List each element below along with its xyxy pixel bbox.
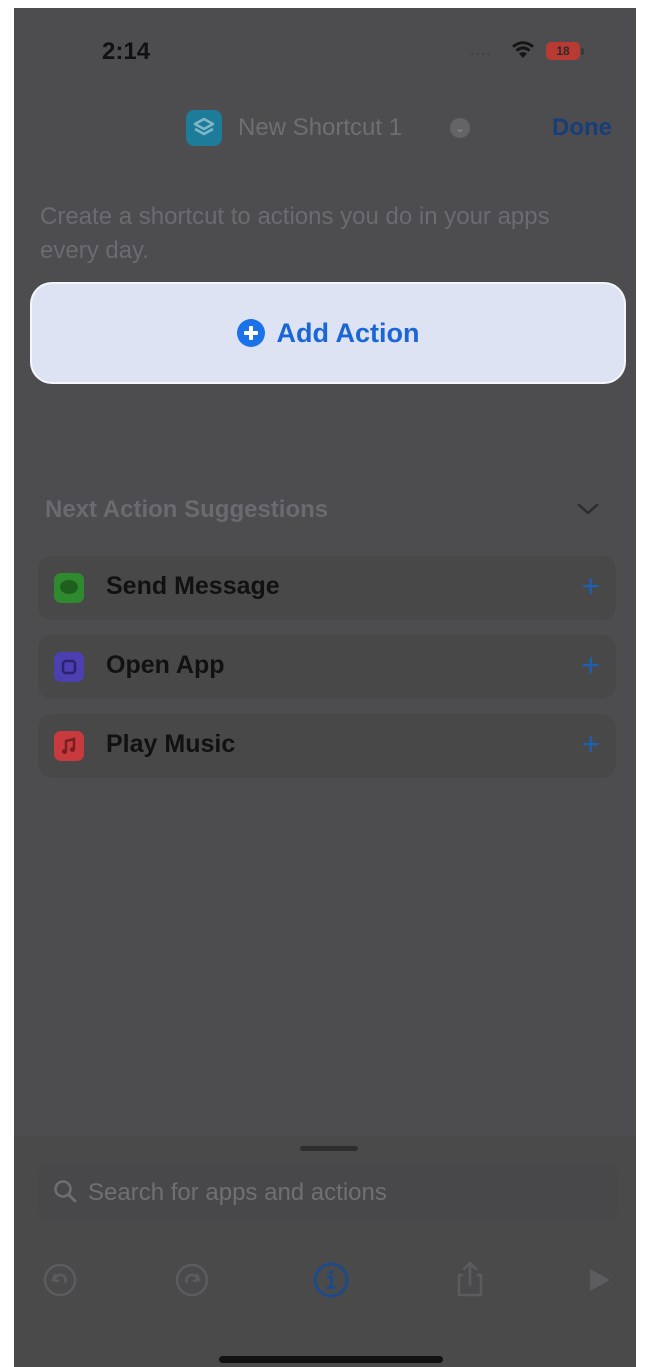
search-icon	[54, 1180, 77, 1203]
chevron-down-icon[interactable]	[576, 501, 600, 517]
info-icon[interactable]	[311, 1260, 351, 1300]
messages-icon	[54, 573, 84, 603]
done-button[interactable]: Done	[552, 114, 612, 142]
suggestion-label: Send Message	[106, 572, 280, 600]
suggestion-play-music[interactable]: Play Music +	[38, 714, 616, 778]
share-icon[interactable]	[450, 1260, 490, 1300]
suggestion-label: Open App	[106, 651, 225, 679]
redo-icon[interactable]	[172, 1260, 212, 1300]
add-icon[interactable]: +	[581, 649, 600, 681]
shortcut-app-icon[interactable]	[186, 110, 222, 146]
plus-circle-icon	[236, 319, 265, 347]
battery-icon: 18	[546, 42, 584, 60]
wifi-icon	[512, 41, 534, 58]
add-action-label: Add Action	[276, 317, 420, 348]
add-icon[interactable]: +	[581, 570, 600, 602]
screen: 2:14 .... 18 New Shortcut 1 ⌄ Done Creat…	[14, 8, 636, 1367]
shortcut-title[interactable]: New Shortcut 1	[238, 114, 402, 142]
description-text: Create a shortcut to actions you do in y…	[40, 203, 550, 264]
status-time: 2:14	[102, 38, 151, 65]
add-action-button[interactable]: Add Action	[32, 284, 624, 382]
play-icon[interactable]	[579, 1260, 619, 1300]
open-app-icon	[54, 652, 84, 682]
drawer-grabber[interactable]	[300, 1146, 358, 1151]
layers-icon	[193, 117, 215, 136]
search-input[interactable]	[86, 1164, 590, 1222]
nav-bar: New Shortcut 1 ⌄ Done	[14, 108, 636, 148]
editor-toolbar	[14, 1260, 636, 1310]
suggestion-label: Play Music	[106, 730, 236, 758]
chevron-down-icon[interactable]: ⌄	[450, 118, 470, 138]
home-indicator	[219, 1356, 443, 1363]
search-bar[interactable]	[38, 1164, 618, 1222]
status-bar: 2:14 .... 18	[14, 8, 636, 68]
undo-icon[interactable]	[40, 1260, 80, 1300]
suggestion-open-app[interactable]: Open App +	[38, 635, 616, 699]
add-icon[interactable]: +	[581, 728, 600, 760]
suggestions-header: Next Action Suggestions	[45, 496, 329, 523]
signal-dots: ....	[470, 42, 492, 59]
suggestion-send-message[interactable]: Send Message +	[38, 556, 616, 620]
music-icon	[54, 731, 84, 761]
